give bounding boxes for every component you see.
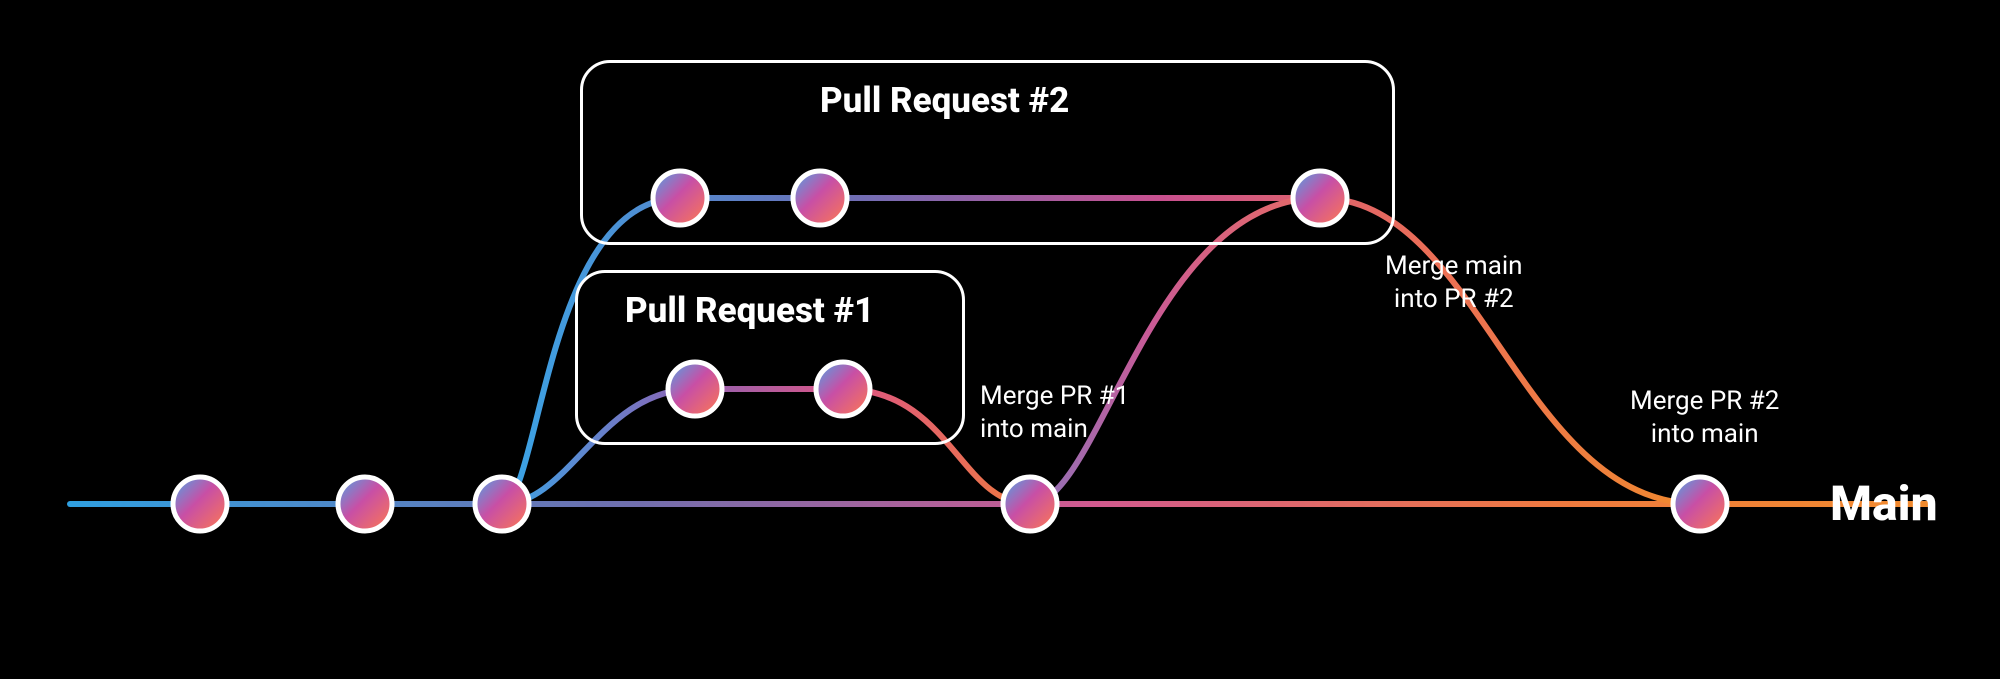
commit-m5-merge-pr2 <box>1673 477 1727 531</box>
merge-pr2-line2: into main <box>1651 419 1759 449</box>
pr2-title: Pull Request #2 <box>820 80 1069 121</box>
commit-m2 <box>338 477 392 531</box>
merge-pr1-into-main-label: Merge PR #1 into main <box>980 380 1129 445</box>
merge-main-into-pr2-label: Merge main into PR #2 <box>1385 250 1523 315</box>
merge-main-into-pr2-line2: into PR #2 <box>1394 284 1514 314</box>
commit-m3 <box>475 477 529 531</box>
merge-pr1-line1: Merge PR #1 <box>980 381 1129 411</box>
merge-main-into-pr2-line1: Merge main <box>1385 251 1523 281</box>
pr1-title: Pull Request #1 <box>625 290 874 331</box>
git-flow-diagram: Pull Request #2 Pull Request #1 Merge PR… <box>0 0 2000 679</box>
main-branch-label: Main <box>1830 475 1938 532</box>
merge-pr2-line1: Merge PR #2 <box>1630 386 1779 416</box>
commit-m4-merge-pr1 <box>1003 477 1057 531</box>
merge-pr1-line2: into main <box>980 414 1088 444</box>
merge-pr2-into-main-label: Merge PR #2 into main <box>1630 385 1779 450</box>
commit-m1 <box>173 477 227 531</box>
